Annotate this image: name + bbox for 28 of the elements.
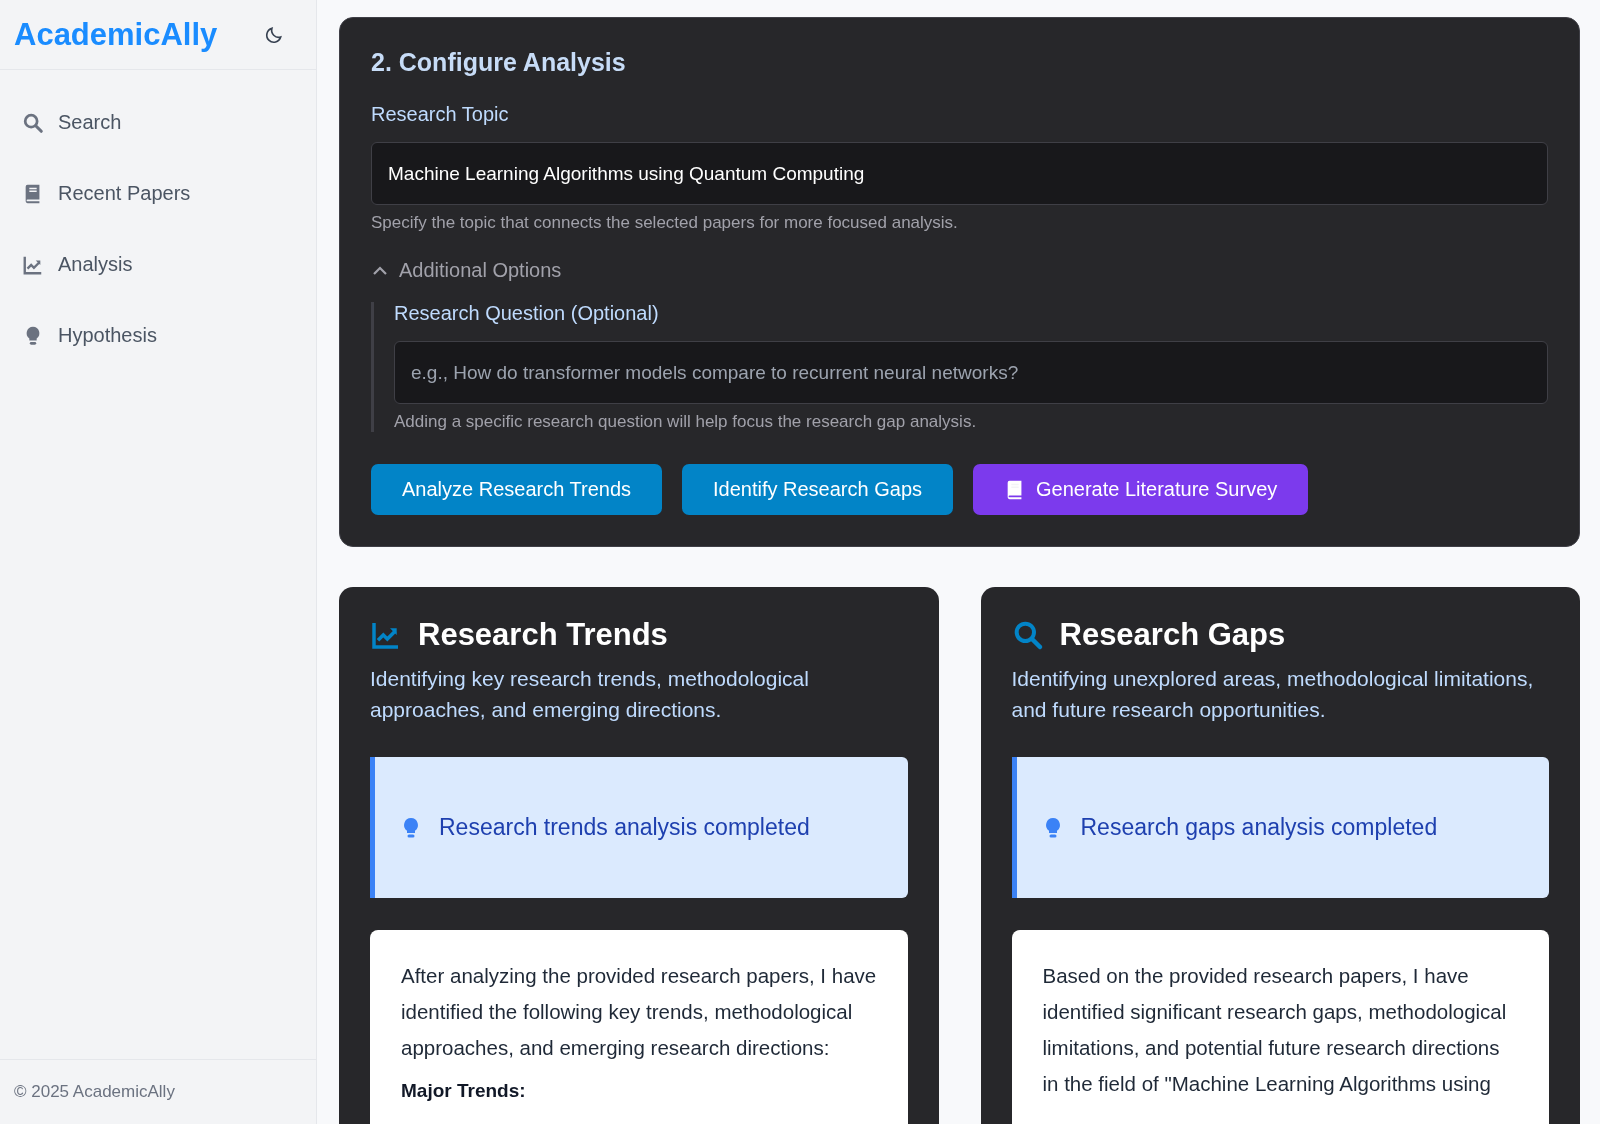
panel-title: Research Trends: [418, 617, 668, 653]
result-text: Based on the provided research papers, I have identified significant research gaps, methodological limitations, and potential future research directions in the field of "Machine Learning Algorithms using: [1042, 963, 1508, 1097]
copyright-text: © 2025 AcademicAlly: [14, 1082, 175, 1102]
search-icon: [22, 111, 44, 134]
panel-subtitle: Identifying unexplored areas, methodological limitations, and future research opportunities.: [1011, 666, 1535, 723]
panel-title: Research Gaps: [1059, 617, 1286, 653]
topic-field[interactable]: Machine Learning Algorithms using Quantum Computing: [371, 142, 1548, 205]
moon-icon: [264, 24, 284, 45]
action-button[interactable]: Generate Literature Survey: [973, 464, 1309, 515]
nav-item[interactable]: Recent Papers: [0, 158, 316, 229]
app-logo: AcademicAlly: [14, 16, 218, 53]
question-field[interactable]: e.g., How do transformer models compare to recurrent neural networks?: [394, 341, 1548, 404]
help-text: Specify the topic that connects the selected papers for more focused analysis.: [371, 213, 959, 233]
options-toggle[interactable]: Additional Options: [371, 259, 562, 282]
result-heading: Major Trends:: [401, 1080, 527, 1102]
nav-item[interactable]: Analysis: [0, 229, 316, 300]
status-text: Research trends analysis completed: [439, 814, 810, 841]
action-button[interactable]: Analyze Research Trends: [371, 464, 662, 515]
field-label: Research Topic: [371, 103, 510, 126]
panel-subtitle: Identifying key research trends, methodological approaches, and emerging directions.: [370, 666, 810, 723]
status-text: Research gaps analysis completed: [1080, 814, 1438, 841]
field-label: Research Question (Optional): [394, 302, 660, 325]
nav-item[interactable]: Search: [0, 87, 316, 158]
section-title: 2. Configure Analysis: [371, 48, 627, 77]
help-text: Adding a specific research question will help focus the research gap analysis.: [394, 412, 978, 432]
action-button[interactable]: Identify Research Gaps: [682, 464, 953, 515]
nav-item[interactable]: Hypothesis: [0, 300, 316, 371]
result-text: After analyzing the provided research papers, I have identified the following key trends, methodological approaches, and emerging research directions:: [401, 963, 877, 1061]
